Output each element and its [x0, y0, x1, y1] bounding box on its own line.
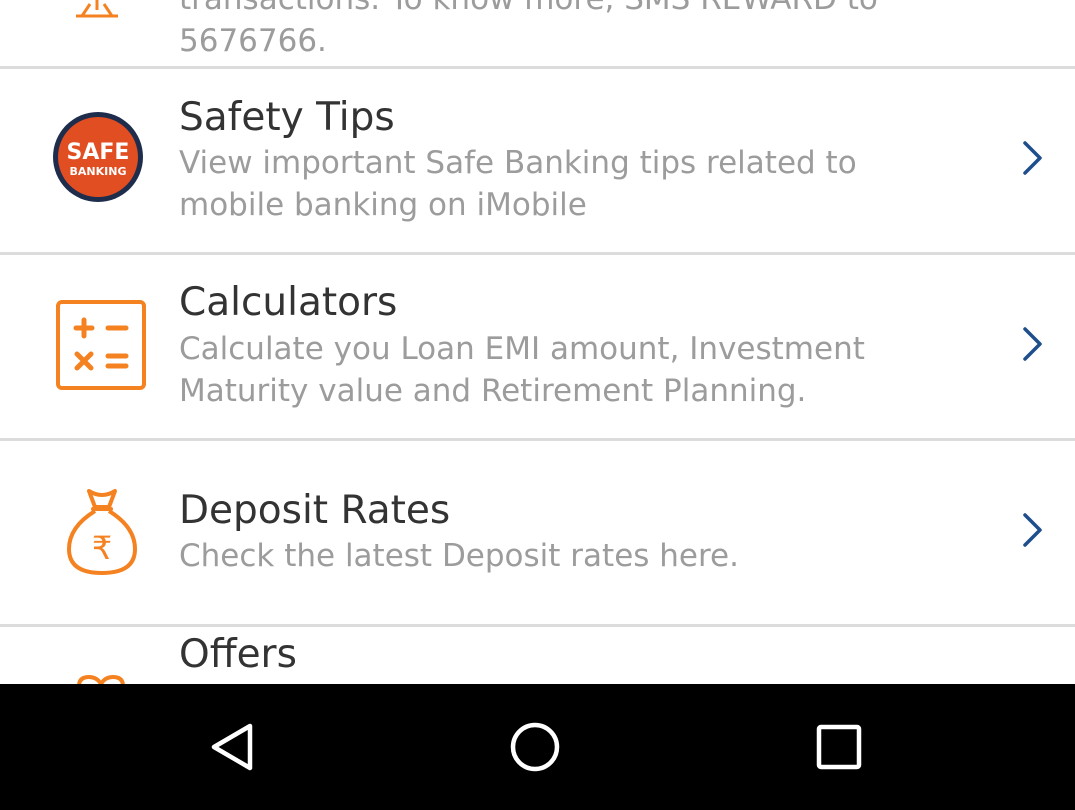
money-bag-icon: ₹ [67, 489, 137, 575]
item-title: Deposit Rates [179, 488, 451, 533]
back-icon[interactable] [208, 722, 256, 772]
list-item-deposit-rates[interactable]: ₹ Deposit Rates Check the latest Deposit… [0, 441, 1075, 624]
partial-top-desc-line2: 5676766. [179, 23, 327, 59]
gift-icon [77, 675, 125, 684]
svg-text:BANKING: BANKING [70, 165, 127, 178]
partial-top-desc-line1: transactions. To know more, SMS REWARD t… [179, 0, 1009, 20]
item-title: Offers [179, 632, 297, 677]
chevron-right-icon[interactable] [1018, 141, 1048, 175]
list-item-partial-top[interactable]: transactions. To know more, SMS REWARD t… [0, 0, 1075, 66]
svg-text:₹: ₹ [92, 529, 112, 567]
system-navigation-bar [0, 684, 1075, 810]
menu-list: transactions. To know more, SMS REWARD t… [0, 0, 1075, 684]
calculator-icon [56, 300, 146, 390]
list-item-calculators[interactable]: Calculators Calculate you Loan EMI amoun… [0, 255, 1075, 438]
item-title: Calculators [179, 280, 398, 325]
item-description: Calculate you Loan EMI amount, Investmen… [179, 331, 865, 409]
item-title: Safety Tips [179, 95, 395, 140]
recents-icon[interactable] [816, 724, 862, 770]
chevron-right-icon[interactable] [1018, 513, 1048, 547]
list-item-offers[interactable]: Offers [0, 627, 1075, 684]
item-description: Check the latest Deposit rates here. [179, 538, 739, 574]
home-icon[interactable] [510, 722, 560, 772]
partial-top-icon [76, 0, 118, 18]
svg-text:SAFE: SAFE [67, 140, 130, 165]
safe-banking-icon: SAFE BANKING [53, 112, 143, 202]
item-description: View important Safe Banking tips related… [179, 145, 857, 223]
chevron-right-icon[interactable] [1018, 327, 1048, 361]
list-item-safety-tips[interactable]: SAFE BANKING Safety Tips View important … [0, 69, 1075, 252]
